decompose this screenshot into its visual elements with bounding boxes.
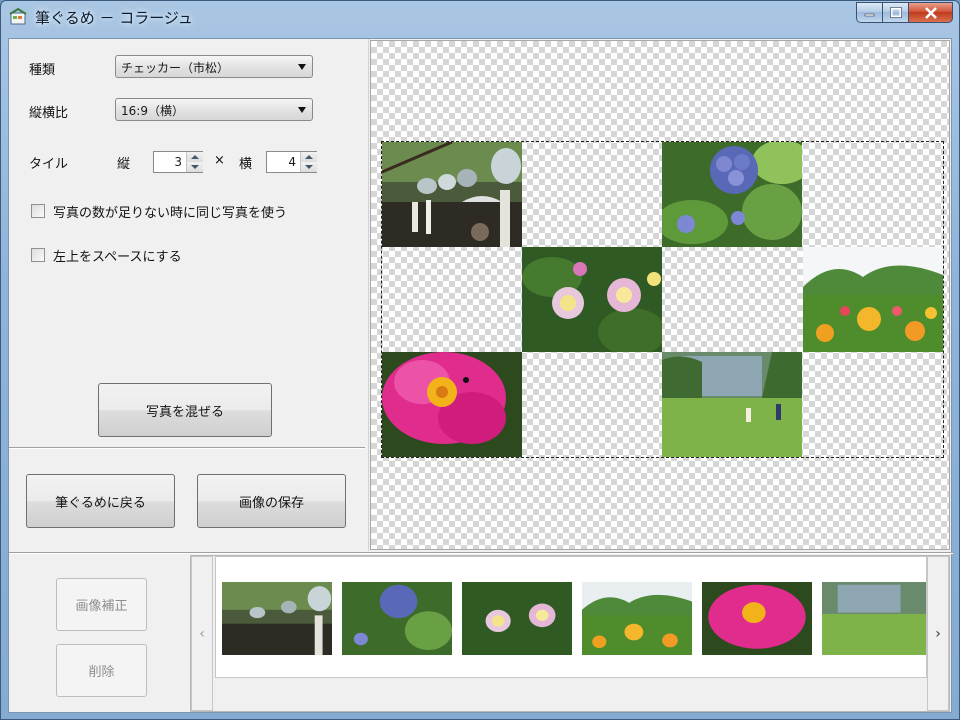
hydrangea-image <box>342 582 452 655</box>
maximize-button[interactable] <box>883 2 909 23</box>
chevron-right-icon: › <box>935 625 941 642</box>
thumbnail-strip: ‹ › <box>190 555 950 712</box>
thumbnail-hydrangea[interactable] <box>342 582 452 655</box>
minimize-button[interactable] <box>856 2 883 23</box>
portulaca-image <box>382 352 522 457</box>
cols-stepper[interactable]: 4 <box>266 151 317 173</box>
collage-tile-portulaca[interactable] <box>382 352 522 457</box>
hydrangea-image <box>662 142 802 247</box>
cols-stepper-buttons <box>300 152 317 172</box>
settings-panel: 種類 チェッカー（市松） 縦横比 16:9（横） タイル 縦 3 × 横 4 写… <box>9 39 369 551</box>
chevron-left-icon: ‹ <box>199 625 205 642</box>
shuffle-button[interactable]: 写真を混ぜる <box>98 383 272 437</box>
flower-field-image <box>582 582 692 655</box>
app-icon <box>9 7 29 26</box>
thumbnail-wind-chimes[interactable] <box>222 582 332 655</box>
type-label: 種類 <box>29 63 56 78</box>
decrement-icon[interactable] <box>301 162 317 172</box>
thumbnail-actions: 画像補正 削除 <box>9 555 185 713</box>
collage-tile-lantana[interactable] <box>522 247 662 352</box>
park-field-image <box>662 352 802 457</box>
rows-value: 3 <box>174 155 182 169</box>
ratio-label: 縦横比 <box>29 106 69 121</box>
divider <box>9 552 953 554</box>
reuse-photos-checkbox[interactable] <box>31 204 45 218</box>
chevron-down-icon <box>298 64 306 70</box>
app-window: 筆ぐるめ － コラージュ 種類 チェッカー（市松） 縦横比 16:9（横） タイ… <box>0 0 960 720</box>
collage-tile-wind-chimes[interactable] <box>382 142 522 247</box>
divider <box>9 447 365 449</box>
type-select[interactable]: チェッカー（市松） <box>115 55 313 78</box>
title-bar[interactable]: 筆ぐるめ － コラージュ <box>1 1 959 33</box>
caption-buttons <box>856 2 953 24</box>
client-area: 種類 チェッカー（市松） 縦横比 16:9（横） タイル 縦 3 × 横 4 写… <box>8 38 953 713</box>
rows-stepper-buttons <box>186 152 203 172</box>
minimize-icon <box>864 13 874 16</box>
increment-icon[interactable] <box>187 152 203 162</box>
maximize-icon <box>889 7 902 18</box>
image-correction-button[interactable]: 画像補正 <box>56 578 147 631</box>
collage-tile-park-field[interactable] <box>662 352 802 457</box>
reuse-photos-label[interactable]: 写真の数が足りない時に同じ写真を使う <box>53 202 287 221</box>
ratio-select-value: 16:9（横） <box>121 104 184 118</box>
cols-label: 横 <box>239 157 253 172</box>
ratio-select[interactable]: 16:9（横） <box>115 98 313 121</box>
collage-tile-hydrangea[interactable] <box>662 142 802 247</box>
close-icon <box>924 6 937 19</box>
thumbnail-flower-field[interactable] <box>582 582 692 655</box>
cols-value: 4 <box>288 155 296 169</box>
collage-preview <box>370 40 950 550</box>
rows-label: 縦 <box>117 157 131 172</box>
collage-tile-flower-field[interactable] <box>803 247 943 352</box>
top-left-space-checkbox[interactable] <box>31 248 45 262</box>
scroll-left-button[interactable]: ‹ <box>191 556 213 711</box>
scroll-right-button[interactable]: › <box>927 556 949 711</box>
decrement-icon[interactable] <box>187 162 203 172</box>
lantana-image <box>462 582 572 655</box>
thumbnail-park-field[interactable] <box>822 582 926 655</box>
back-button[interactable]: 筆ぐるめに戻る <box>26 474 175 528</box>
top-left-space-label[interactable]: 左上をスペースにする <box>53 246 182 265</box>
rows-stepper[interactable]: 3 <box>153 151 203 173</box>
collage-frame <box>381 141 944 458</box>
flower-field-image <box>803 247 943 352</box>
times-symbol: × <box>214 153 225 168</box>
chevron-down-icon <box>298 107 306 113</box>
tile-label: タイル <box>29 157 69 172</box>
increment-icon[interactable] <box>301 152 317 162</box>
thumbnail-portulaca[interactable] <box>702 582 812 655</box>
thumbnail-list <box>215 556 927 678</box>
park-field-image <box>822 582 926 655</box>
wind-chimes-image <box>382 142 522 247</box>
window-title: 筆ぐるめ － コラージュ <box>35 9 193 27</box>
delete-button[interactable]: 削除 <box>56 644 147 697</box>
type-select-value: チェッカー（市松） <box>121 61 230 75</box>
save-image-button[interactable]: 画像の保存 <box>197 474 346 528</box>
thumbnail-lantana[interactable] <box>462 582 572 655</box>
lantana-image <box>522 247 662 352</box>
close-button[interactable] <box>909 2 953 23</box>
wind-chimes-image <box>222 582 332 655</box>
portulaca-image <box>702 582 812 655</box>
